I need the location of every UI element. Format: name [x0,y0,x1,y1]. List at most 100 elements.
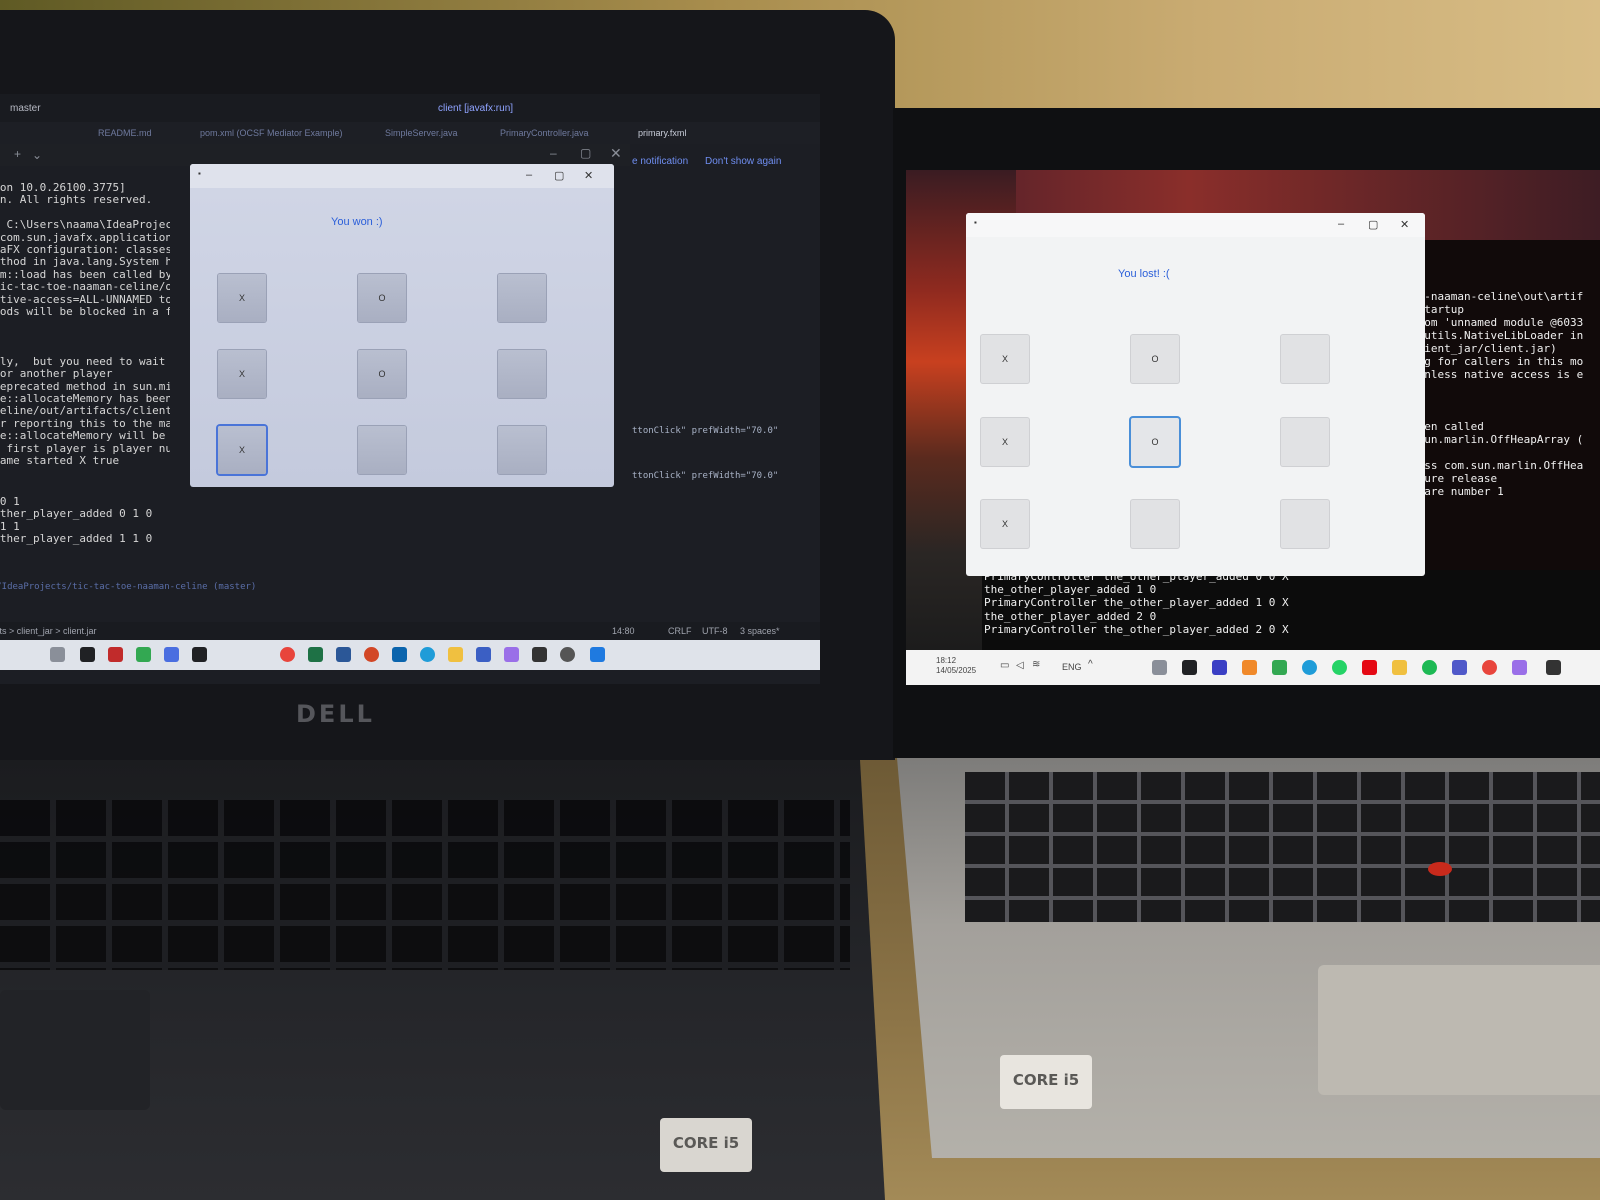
code-fragment: ttonClick" prefWidth="70.0" ttonClick" p… [632,394,778,514]
code-line: ttonClick" prefWidth="70.0" [632,426,779,436]
board-cell-2-2[interactable] [498,426,546,474]
maximize-icon[interactable]: ▢ [1368,218,1378,231]
game-result-message: You won :) [331,216,383,228]
tab-primary-fxml[interactable]: primary.fxml [638,128,686,138]
board-cell-1-1[interactable]: O [358,350,406,398]
outlook-icon[interactable] [392,647,407,662]
board-cell-2-1[interactable] [358,426,406,474]
wifi-icon[interactable]: ≋ [1032,659,1040,670]
board-cell-0-1[interactable]: O [1131,335,1179,383]
terminal-line: client_jar/client.jar) [1411,342,1557,355]
board-cell-0-2[interactable] [1281,335,1329,383]
board-cell-1-1[interactable]: O [1131,418,1179,466]
folder-icon[interactable] [1392,660,1407,675]
app-icon[interactable] [1546,660,1561,675]
board-cell-0-0[interactable]: X [981,335,1029,383]
copilot-icon[interactable] [504,647,519,662]
right-touchpad[interactable] [1318,965,1600,1095]
board-cell-0-0[interactable]: X [218,274,266,322]
spotify-icon[interactable] [1422,660,1437,675]
window-titlebar[interactable]: ▪ – ▢ ✕ [966,213,1425,237]
status-time[interactable]: 14:80 [612,626,635,636]
run-configuration[interactable]: client [javafx:run] [438,103,513,114]
add-tab-icon[interactable]: + [14,147,21,161]
minimize-icon[interactable]: – [1338,218,1344,230]
trackpoint[interactable] [1428,862,1452,876]
netflix-icon[interactable] [1362,660,1377,675]
powerpoint-icon[interactable] [364,647,379,662]
intellij-icon[interactable] [1212,660,1227,675]
clock-time: 18:12 [936,656,957,665]
board-cell-1-2[interactable] [498,350,546,398]
terminal-icon[interactable] [80,647,95,662]
app-icon[interactable] [1242,660,1257,675]
store-icon[interactable] [476,647,491,662]
terminal-line: uture release [1411,472,1498,485]
board-cell-1-2[interactable] [1281,418,1329,466]
taskbar-clock[interactable]: 18:12 14/05/2025 [936,656,976,676]
folder-icon[interactable] [448,647,463,662]
left-touchpad[interactable] [0,990,150,1110]
maximize-icon[interactable]: ▢ [554,169,564,182]
teams-icon[interactable] [1452,660,1467,675]
board-cell-1-0[interactable]: X [218,350,266,398]
notification-link[interactable]: e notification [632,156,688,167]
chrome-icon[interactable] [136,647,151,662]
terminal-line: unless native access is e [1411,368,1584,381]
discord-icon[interactable] [164,647,179,662]
tab-simpleserver[interactable]: SimpleServer.java [385,128,458,138]
chrome-icon[interactable] [1482,660,1497,675]
search-icon[interactable] [560,647,575,662]
app-icon[interactable] [532,647,547,662]
edge-icon[interactable] [420,647,435,662]
excel-icon[interactable] [308,647,323,662]
board-cell-2-0[interactable]: X [981,500,1029,548]
terminal-icon[interactable] [1182,660,1197,675]
maximize-icon[interactable]: ▢ [580,146,591,160]
branch-selector[interactable]: master [10,103,41,114]
battery-icon[interactable]: ▭ [1000,660,1009,671]
close-icon[interactable]: ✕ [584,169,593,182]
app-icon[interactable] [192,647,207,662]
chrome-icon[interactable] [280,647,295,662]
chrome-icon[interactable] [1272,660,1287,675]
terminal-output: oe-naaman-celine\out\artif startup from '… [1411,290,1600,498]
board-cell-0-2[interactable] [498,274,546,322]
window-titlebar[interactable]: ▪ – ▢ ✕ [190,164,614,188]
terminal-line: PrimaryController the_other_player_added… [984,622,1289,636]
copilot-icon[interactable] [1512,660,1527,675]
tab-readme[interactable]: README.md [98,128,152,138]
app-icon: ▪ [198,169,201,178]
close-icon[interactable]: ✕ [1400,218,1409,231]
terminal-line: r) [1411,446,1600,459]
volume-icon[interactable]: ◁ [1016,660,1024,671]
terminal-line: method in java.lang.System ha [0,255,170,269]
board-cell-2-2[interactable] [1281,500,1329,548]
java-app-icon[interactable] [1152,660,1167,675]
board-cell-2-0[interactable]: X [218,426,266,474]
encoding[interactable]: UTF-8 [702,626,728,636]
board-cell-0-1[interactable]: O [358,274,406,322]
minimize-icon[interactable]: – [526,169,532,181]
left-game-window: ▪ – ▢ ✕ You won :) X O X O X [190,164,614,487]
close-window-icon[interactable]: ✕ [610,145,622,162]
board-cell-2-1[interactable] [1131,500,1179,548]
chevron-up-icon[interactable]: ^ [1088,659,1093,670]
line-ending[interactable]: CRLF [668,626,692,636]
windows-start-icon[interactable] [590,647,605,662]
whatsapp-icon[interactable] [1332,660,1347,675]
dont-show-again-link[interactable]: Don't show again [705,156,781,167]
app-icon: ▪ [974,218,977,227]
tab-primarycontroller[interactable]: PrimaryController.java [500,128,589,138]
board-cell-1-0[interactable]: X [981,418,1029,466]
java-app-icon[interactable] [50,647,65,662]
tab-pom[interactable]: pom.xml (OCSF Mediator Example) [200,128,343,138]
intellij-icon[interactable] [108,647,123,662]
breadcrumb[interactable]: rtifacts > client_jar > client.jar [0,626,97,636]
word-icon[interactable] [336,647,351,662]
chevron-down-icon[interactable]: ⌄ [32,148,42,162]
minimize-icon[interactable]: – [550,146,557,160]
edge-icon[interactable] [1302,660,1317,675]
language-indicator[interactable]: ENG [1062,662,1082,672]
indent-setting[interactable]: 3 spaces* [740,626,780,636]
